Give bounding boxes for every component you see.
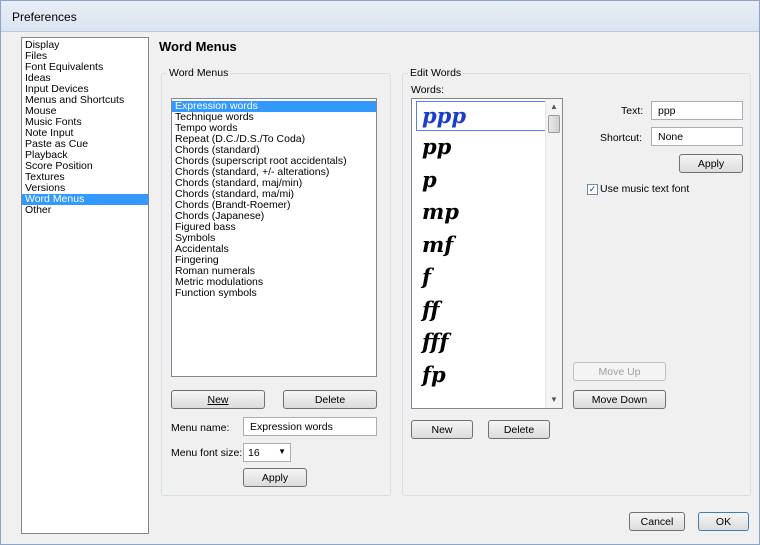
- word-apply-label: Apply: [697, 157, 725, 170]
- menu-name-input[interactable]: Expression words: [243, 417, 377, 436]
- move-down-label: Move Down: [591, 393, 648, 406]
- use-music-font-checkbox[interactable]: ✓: [587, 184, 598, 195]
- word-menus-group-label: Word Menus: [167, 67, 231, 79]
- word-item[interactable]: fff: [412, 326, 562, 359]
- words-items: ppp pp p mp mf f ff fff fp: [412, 101, 562, 391]
- checkmark-icon: ✓: [588, 184, 597, 194]
- menu-font-size-select[interactable]: 16 ▼: [243, 443, 291, 462]
- text-label: Text:: [621, 105, 644, 117]
- menu-name-label: Menu name:: [171, 422, 230, 434]
- word-apply-button[interactable]: Apply: [679, 154, 743, 173]
- move-up-button[interactable]: Move Up: [573, 362, 666, 381]
- edit-words-group-label: Edit Words: [408, 67, 464, 79]
- words-scrollbar[interactable]: ▲ ▼: [545, 99, 562, 408]
- preferences-category-list[interactable]: Display Files Font Equivalents Ideas Input D…: [21, 37, 149, 534]
- word-menu-apply-label: Apply: [261, 471, 289, 484]
- scroll-thumb[interactable]: [548, 115, 560, 133]
- scroll-down-icon[interactable]: ▼: [546, 392, 562, 408]
- word-item[interactable]: mp: [412, 196, 562, 229]
- word-new-button[interactable]: New: [411, 420, 473, 439]
- title-bar: Preferences: [1, 1, 759, 32]
- word-menu-delete-label: Delete: [314, 393, 346, 406]
- word-new-label: New: [431, 423, 453, 436]
- menu-font-size-value: 16: [248, 447, 260, 459]
- word-item[interactable]: pp: [412, 131, 562, 164]
- word-item[interactable]: fp: [412, 359, 562, 392]
- preferences-window: Preferences Display Files Font Equivalents…: [0, 0, 760, 545]
- menu-font-size-label: Menu font size:: [171, 447, 243, 459]
- shortcut-label: Shortcut:: [600, 132, 643, 144]
- move-up-label: Move Up: [598, 365, 641, 378]
- word-item[interactable]: ppp: [416, 101, 560, 131]
- window-title: Preferences: [12, 10, 77, 24]
- words-list[interactable]: ppp pp p mp mf f ff fff fp ▲ ▼: [411, 98, 563, 409]
- text-input[interactable]: ppp: [651, 101, 743, 120]
- word-menus-list[interactable]: Expression words Technique words Tempo wor…: [171, 98, 377, 377]
- word-menu-new-button[interactable]: New: [171, 390, 265, 409]
- word-delete-label: Delete: [503, 423, 535, 436]
- word-menu-item[interactable]: Function symbols: [172, 288, 376, 299]
- words-label: Words:: [411, 84, 445, 96]
- ok-button[interactable]: OK: [698, 512, 749, 531]
- shortcut-input[interactable]: None: [651, 127, 743, 146]
- word-item[interactable]: mf: [412, 229, 562, 262]
- word-menu-delete-button[interactable]: Delete: [283, 390, 377, 409]
- scroll-up-icon[interactable]: ▲: [546, 99, 562, 115]
- word-delete-button[interactable]: Delete: [488, 420, 550, 439]
- use-music-font-label: Use music text font: [600, 183, 690, 195]
- word-item[interactable]: f: [412, 261, 562, 294]
- cancel-button[interactable]: Cancel: [629, 512, 685, 531]
- chevron-down-icon: ▼: [278, 447, 286, 456]
- cancel-label: Cancel: [640, 515, 674, 528]
- page-title: Word Menus: [159, 39, 237, 54]
- word-menu-apply-button[interactable]: Apply: [243, 468, 307, 487]
- word-item[interactable]: ff: [412, 294, 562, 327]
- word-item[interactable]: p: [412, 164, 562, 197]
- nav-item[interactable]: Other: [22, 205, 148, 216]
- move-down-button[interactable]: Move Down: [573, 390, 666, 409]
- word-menu-new-label: New: [207, 393, 229, 406]
- ok-label: OK: [715, 515, 732, 528]
